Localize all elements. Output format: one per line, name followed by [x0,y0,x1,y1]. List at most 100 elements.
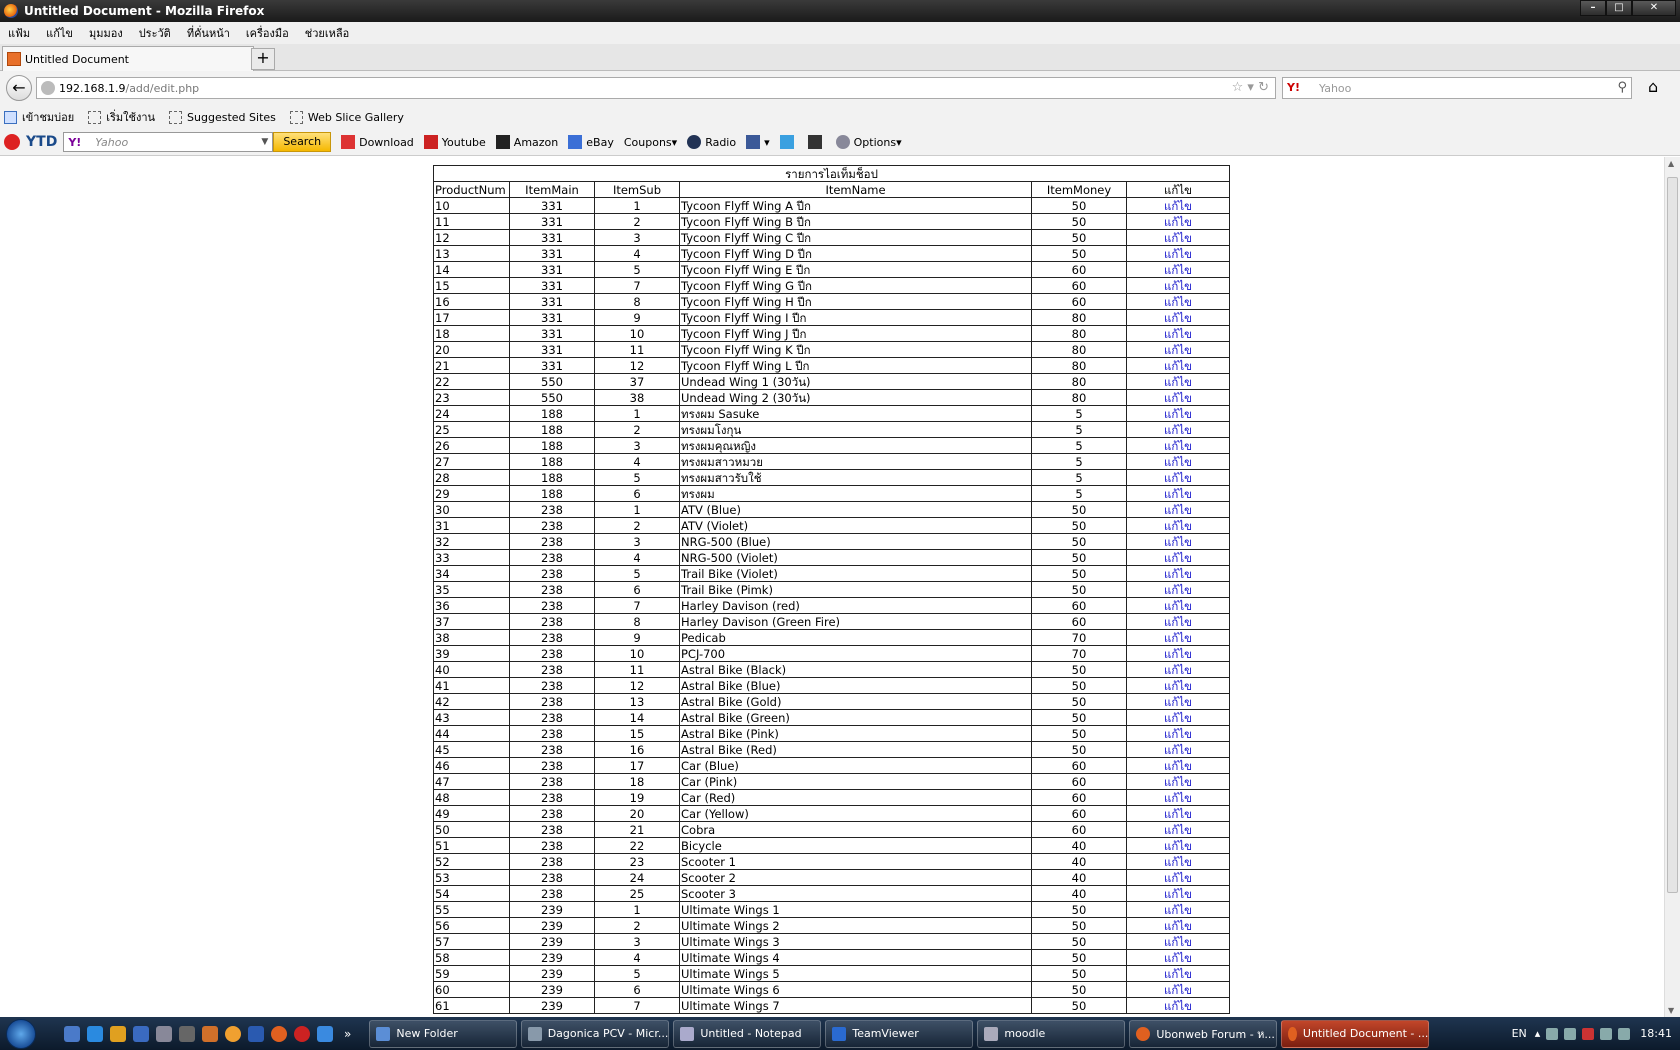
edit-link[interactable]: แก้ไข [1164,631,1192,645]
ytd-button[interactable]: YTD [4,134,57,150]
volume-icon[interactable] [1618,1027,1631,1040]
internet-explorer-icon[interactable] [87,1025,103,1042]
taskbar-item-notepad[interactable]: Untitled - Notepad [673,1019,822,1048]
edit-link[interactable]: แก้ไข [1164,695,1192,709]
edit-link[interactable]: แก้ไข [1164,599,1192,613]
edit-link[interactable]: แก้ไข [1164,615,1192,629]
yahoo-search-button[interactable]: Search [273,132,332,152]
app-icon[interactable] [225,1025,241,1042]
menu-tools[interactable]: เครื่องมือ [246,24,289,42]
search-icon[interactable]: ⚲ [1617,80,1627,95]
menu-help[interactable]: ช่วยเหลือ [305,24,349,42]
tray-expand-icon[interactable]: ▴ [1535,1027,1541,1040]
edit-link[interactable]: แก้ไข [1164,407,1192,421]
taskbar-item-new-folder[interactable]: New Folder [369,1019,518,1048]
edit-link[interactable]: แก้ไข [1164,231,1192,245]
edit-link[interactable]: แก้ไข [1164,471,1192,485]
edit-link[interactable]: แก้ไข [1164,247,1192,261]
edit-link[interactable]: แก้ไข [1164,535,1192,549]
firefox-icon[interactable] [271,1025,287,1042]
site-identity-icon[interactable] [41,81,55,95]
toolbar-options[interactable]: Options ▾ [835,135,902,149]
language-indicator[interactable]: EN [1512,1027,1527,1040]
edit-link[interactable]: แก้ไข [1164,455,1192,469]
edit-link[interactable]: แก้ไข [1164,423,1192,437]
chrome-icon[interactable] [110,1025,126,1042]
edit-link[interactable]: แก้ไข [1164,855,1192,869]
edit-link[interactable]: แก้ไข [1164,775,1192,789]
edit-link[interactable]: แก้ไข [1164,839,1192,853]
scroll-down-icon[interactable]: ▼ [1668,1006,1674,1015]
minimize-button[interactable]: – [1580,0,1606,16]
more-icon[interactable]: » [344,1027,351,1041]
yahoo-search-engine-icon[interactable]: Y! [1287,81,1300,94]
google-plus-icon[interactable] [807,135,826,149]
yahoo-search-input[interactable]: Y! Yahoo ▼ [63,132,274,152]
edit-link[interactable]: แก้ไข [1164,983,1192,997]
app-icon[interactable] [317,1025,333,1042]
taskbar-item-teamviewer[interactable]: TeamViewer [825,1019,974,1048]
show-desktop-icon[interactable] [64,1025,80,1042]
edit-link[interactable]: แก้ไข [1164,935,1192,949]
menu-history[interactable]: ประวัติ [139,24,171,42]
edit-link[interactable]: แก้ไข [1164,871,1192,885]
url-bar[interactable]: 192.168.1.9/add/edit.php ☆ ▾ ↻ [36,77,1276,99]
taskbar-item-dagonica[interactable]: Dagonica PCV - Micr... [521,1019,670,1048]
edit-link[interactable]: แก้ไข [1164,327,1192,341]
bookmark-most-visited[interactable]: เข้าชมบ่อย [4,108,74,126]
bookmark-getting-started[interactable]: เริ่มใช้งาน [88,108,155,126]
clock[interactable]: 18:41 [1640,1027,1672,1040]
home-icon[interactable]: ⌂ [1648,77,1658,96]
menu-file[interactable]: แฟ้ม [8,24,30,42]
app-icon[interactable] [179,1025,195,1042]
tab-untitled-document[interactable]: Untitled Document [2,46,254,71]
edit-link[interactable]: แก้ไข [1164,903,1192,917]
edit-link[interactable]: แก้ไข [1164,887,1192,901]
edit-link[interactable]: แก้ไข [1164,743,1192,757]
edit-link[interactable]: แก้ไข [1164,727,1192,741]
edit-link[interactable]: แก้ไข [1164,215,1192,229]
edit-link[interactable]: แก้ไข [1164,791,1192,805]
word-icon[interactable] [248,1025,264,1042]
toolbar-ebay[interactable]: eBay [568,135,614,149]
app-icon[interactable] [133,1025,149,1042]
edit-link[interactable]: แก้ไข [1164,999,1192,1013]
bookmark-web-slice-gallery[interactable]: Web Slice Gallery [289,110,404,124]
edit-link[interactable]: แก้ไข [1164,199,1192,213]
edit-link[interactable]: แก้ไข [1164,919,1192,933]
toolbar-coupons[interactable]: Coupons ▾ [624,136,677,149]
search-input[interactable]: Y! Yahoo ⚲ [1282,77,1632,99]
taskbar-item-ubonweb[interactable]: Ubonweb Forum - ห... [1129,1019,1278,1048]
scrollbar-thumb[interactable] [1667,177,1678,893]
edit-link[interactable]: แก้ไข [1164,295,1192,309]
edit-link[interactable]: แก้ไข [1164,807,1192,821]
taskbar-item-untitled-document[interactable]: Untitled Document - ... [1281,1019,1430,1048]
edit-link[interactable]: แก้ไข [1164,359,1192,373]
facebook-icon[interactable]: ▾ [746,135,770,149]
edit-link[interactable]: แก้ไข [1164,343,1192,357]
scroll-up-icon[interactable]: ▲ [1668,159,1674,168]
dropdown-arrow-icon[interactable]: ▾ [1247,80,1254,95]
menu-edit[interactable]: แก้ไข [46,24,73,42]
tray-app-icon[interactable] [1600,1027,1613,1040]
app-icon[interactable] [294,1025,310,1042]
twitter-icon[interactable] [779,135,798,149]
taskbar-item-moodle[interactable]: moodle [977,1019,1126,1048]
edit-link[interactable]: แก้ไข [1164,439,1192,453]
edit-link[interactable]: แก้ไข [1164,311,1192,325]
chevron-down-icon[interactable]: ▼ [261,137,268,147]
edit-link[interactable]: แก้ไข [1164,951,1192,965]
menu-bookmarks[interactable]: ที่คั่นหน้า [187,24,230,42]
app-icon[interactable] [156,1025,172,1042]
back-button[interactable]: ← [6,75,32,101]
edit-link[interactable]: แก้ไข [1164,279,1192,293]
antivirus-icon[interactable] [1582,1027,1595,1040]
edit-link[interactable]: แก้ไข [1164,391,1192,405]
edit-link[interactable]: แก้ไข [1164,823,1192,837]
new-tab-button[interactable]: + [251,48,275,70]
edit-link[interactable]: แก้ไข [1164,567,1192,581]
start-button[interactable] [0,1017,42,1050]
edit-link[interactable]: แก้ไข [1164,375,1192,389]
bookmark-suggested-sites[interactable]: Suggested Sites [169,110,276,124]
close-button[interactable]: ✕ [1632,0,1676,16]
